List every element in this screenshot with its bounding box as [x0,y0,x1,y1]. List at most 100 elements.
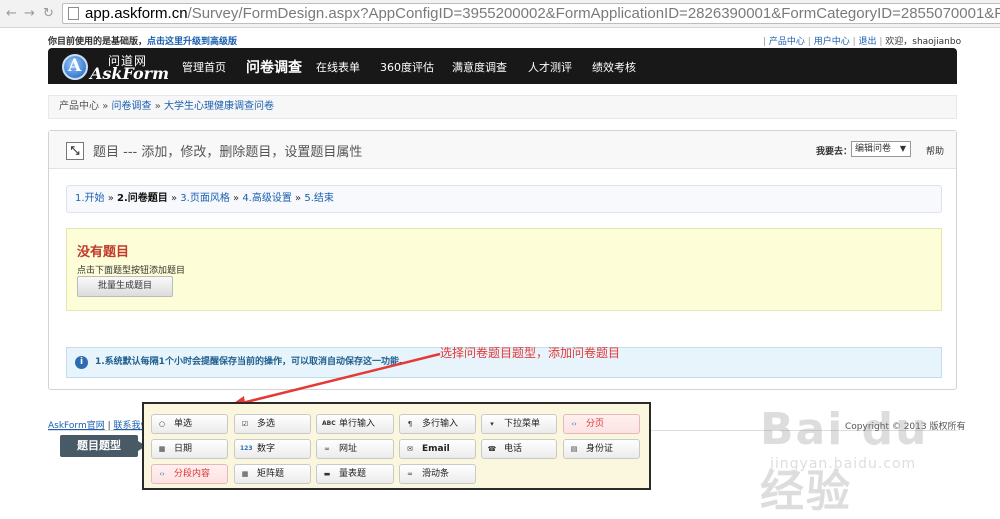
qtype-url-button[interactable]: ∞ 网址 [316,439,394,459]
abc-input-icon: ABC [322,420,336,427]
qtype-label: 单行输入 [339,419,376,429]
qtype-scale-button[interactable]: ▬ 量表题 [316,464,394,484]
breadcrumb-separator: » [102,101,109,112]
qtype-dropdown-button[interactable]: ▾ 下拉菜单 [481,414,557,434]
qtype-label: Email [422,444,450,454]
qtype-label: 量表题 [339,469,367,479]
question-type-palette: ○ 单选 ☑ 多选 ABC 单行输入 ¶ 多行输入 ▾ 下拉菜单 ‹› 分页 ▦ 日期 123… [142,402,651,490]
qtype-email-button[interactable]: ✉ Email [399,439,476,459]
qtype-label: 身份证 [586,444,614,454]
step-questions[interactable]: 2.问卷题目 [117,193,168,204]
nav-item-survey[interactable]: 问卷调查 [246,57,302,77]
qtype-label: 日期 [174,444,193,454]
checkbox-icon: ☑ [241,420,249,428]
breadcrumb-item-products[interactable]: 产品中心 [59,101,99,112]
slider-icon: ∞ [407,470,413,478]
qtype-slider-button[interactable]: ∞ 滑动条 [399,464,476,484]
user-center-link[interactable]: 用户中心 [814,37,850,47]
id-card-icon: ▤ [570,445,578,453]
qtype-page-break-button[interactable]: ‹› 分页 [563,414,640,434]
qtype-label: 滑动条 [422,469,450,479]
empty-questions-box: 没有题目 点击下面题型按钮添加题目 批量生成题目 [66,228,942,311]
reload-icon[interactable]: ↻ [43,6,54,21]
qtype-multi-line-button[interactable]: ¶ 多行输入 [399,414,476,434]
welcome-text: 欢迎，shaojianbo [885,37,962,47]
step-style[interactable]: 3.页面风格 [180,193,230,204]
qtype-phone-button[interactable]: ☎ 电话 [481,439,557,459]
email-icon: ✉ [407,445,413,453]
qtype-label: 分段内容 [174,469,211,479]
panel-title: 题目 --- 添加，修改，删除题目，设置题目属性 [93,145,363,160]
qtype-section-button[interactable]: ‹› 分段内容 [151,464,228,484]
url-path: /Survey/FormDesign.aspx?AppConfigID=3955… [187,5,1000,22]
qtype-label: 网址 [339,444,358,454]
qtype-label: 单选 [174,419,193,429]
qtype-label: 多选 [257,419,276,429]
calendar-icon: ▦ [158,445,166,453]
nav-item-performance[interactable]: 绩效考核 [592,59,636,75]
info-icon: i [75,356,88,369]
question-type-tab[interactable]: 题目题型 [60,435,146,457]
scale-icon: ▬ [323,470,331,478]
plan-text: 你目前使用的是基础版， [48,37,148,47]
goto-label: 我要去： [816,147,853,157]
qtype-label: 电话 [504,444,523,454]
step-finish[interactable]: 5.结束 [304,193,334,204]
empty-hint: 点击下面题型按钮添加题目 [77,266,186,276]
breadcrumb: 产品中心 » 问卷调查 » 大学生心理健康调查问卷 [48,95,957,119]
goto-select[interactable]: 编辑问卷 ▼ [851,141,911,157]
breadcrumb-item-survey[interactable]: 问卷调查 [112,101,152,112]
matrix-icon: ▦ [241,470,249,478]
annotation-text: 选择问卷题目题型，添加问卷题目 [440,346,621,360]
main-nav: A 问道网 AskForm 管理首页 问卷调查 在线表单 360度评估 满意度调… [48,48,957,84]
askform-logo[interactable]: A 问道网 AskForm [62,53,182,83]
textarea-icon: ¶ [407,420,413,428]
qtype-multi-choice-button[interactable]: ☑ 多选 [234,414,311,434]
qtype-number-button[interactable]: 123 数字 [234,439,311,459]
phone-icon: ☎ [487,445,497,453]
url-host: app.askform.cn [85,5,188,22]
batch-generate-button[interactable]: 批量生成题目 [77,276,173,297]
nav-item-satisfaction[interactable]: 满意度调查 [452,59,507,75]
upgrade-link[interactable]: 点击这里升级到高级版 [147,37,237,47]
forward-icon[interactable]: → [24,6,35,21]
qtype-label: 数字 [257,444,276,454]
step-wizard: 1.开始 » 2.问卷题目 » 3.页面风格 » 4.高级设置 » 5.结束 [66,185,942,213]
radio-icon: ○ [158,420,166,428]
link-icon: ∞ [324,445,330,453]
help-link[interactable]: 帮助 [926,144,944,157]
logout-link[interactable]: 退出 [858,37,876,47]
plan-notice: 你目前使用的是基础版，点击这里升级到高级版 [48,34,237,47]
nav-item-home[interactable]: 管理首页 [182,59,226,75]
number-icon: 123 [240,445,253,452]
qtype-matrix-button[interactable]: ▦ 矩阵题 [234,464,311,484]
product-center-link[interactable]: 产品中心 [769,37,805,47]
qtype-single-line-button[interactable]: ABC 单行输入 [316,414,394,434]
breadcrumb-separator: » [154,101,161,112]
goto-select-value: 编辑问卷 [855,144,892,154]
qtype-date-button[interactable]: ▦ 日期 [151,439,228,459]
watermark-url: jingyan.baidu.com [770,456,917,472]
qtype-single-choice-button[interactable]: ○ 单选 [151,414,228,434]
qtype-id-card-button[interactable]: ▤ 身份证 [563,439,640,459]
qtype-label: 矩阵题 [257,469,285,479]
section-icon: ‹› [159,470,165,478]
logo-en: AskForm [90,64,170,83]
user-links: | 产品中心 | 用户中心 | 退出 | 欢迎，shaojianbo [763,37,962,47]
back-icon[interactable]: ← [6,6,17,21]
chevron-down-icon: ▼ [899,144,906,153]
page-break-icon: ‹› [571,420,577,428]
nav-item-360[interactable]: 360度评估 [380,59,434,75]
baidu-watermark: Bai du 经验 jingyan.baidu.com [748,398,988,517]
nav-item-talent[interactable]: 人才测评 [528,59,572,75]
step-start[interactable]: 1.开始 [75,193,105,204]
expand-icon[interactable]: ⤡ [66,142,84,160]
step-advanced[interactable]: 4.高级设置 [242,193,292,204]
dropdown-icon: ▾ [490,420,494,428]
logo-letter: A [68,56,82,76]
qtype-label: 分页 [586,419,605,429]
breadcrumb-item-current[interactable]: 大学生心理健康调查问卷 [164,101,274,112]
address-bar[interactable]: app.askform.cn/Survey/FormDesign.aspx?Ap… [62,3,1000,24]
nav-item-online-form[interactable]: 在线表单 [316,59,360,75]
qtype-label: 多行输入 [422,419,459,429]
